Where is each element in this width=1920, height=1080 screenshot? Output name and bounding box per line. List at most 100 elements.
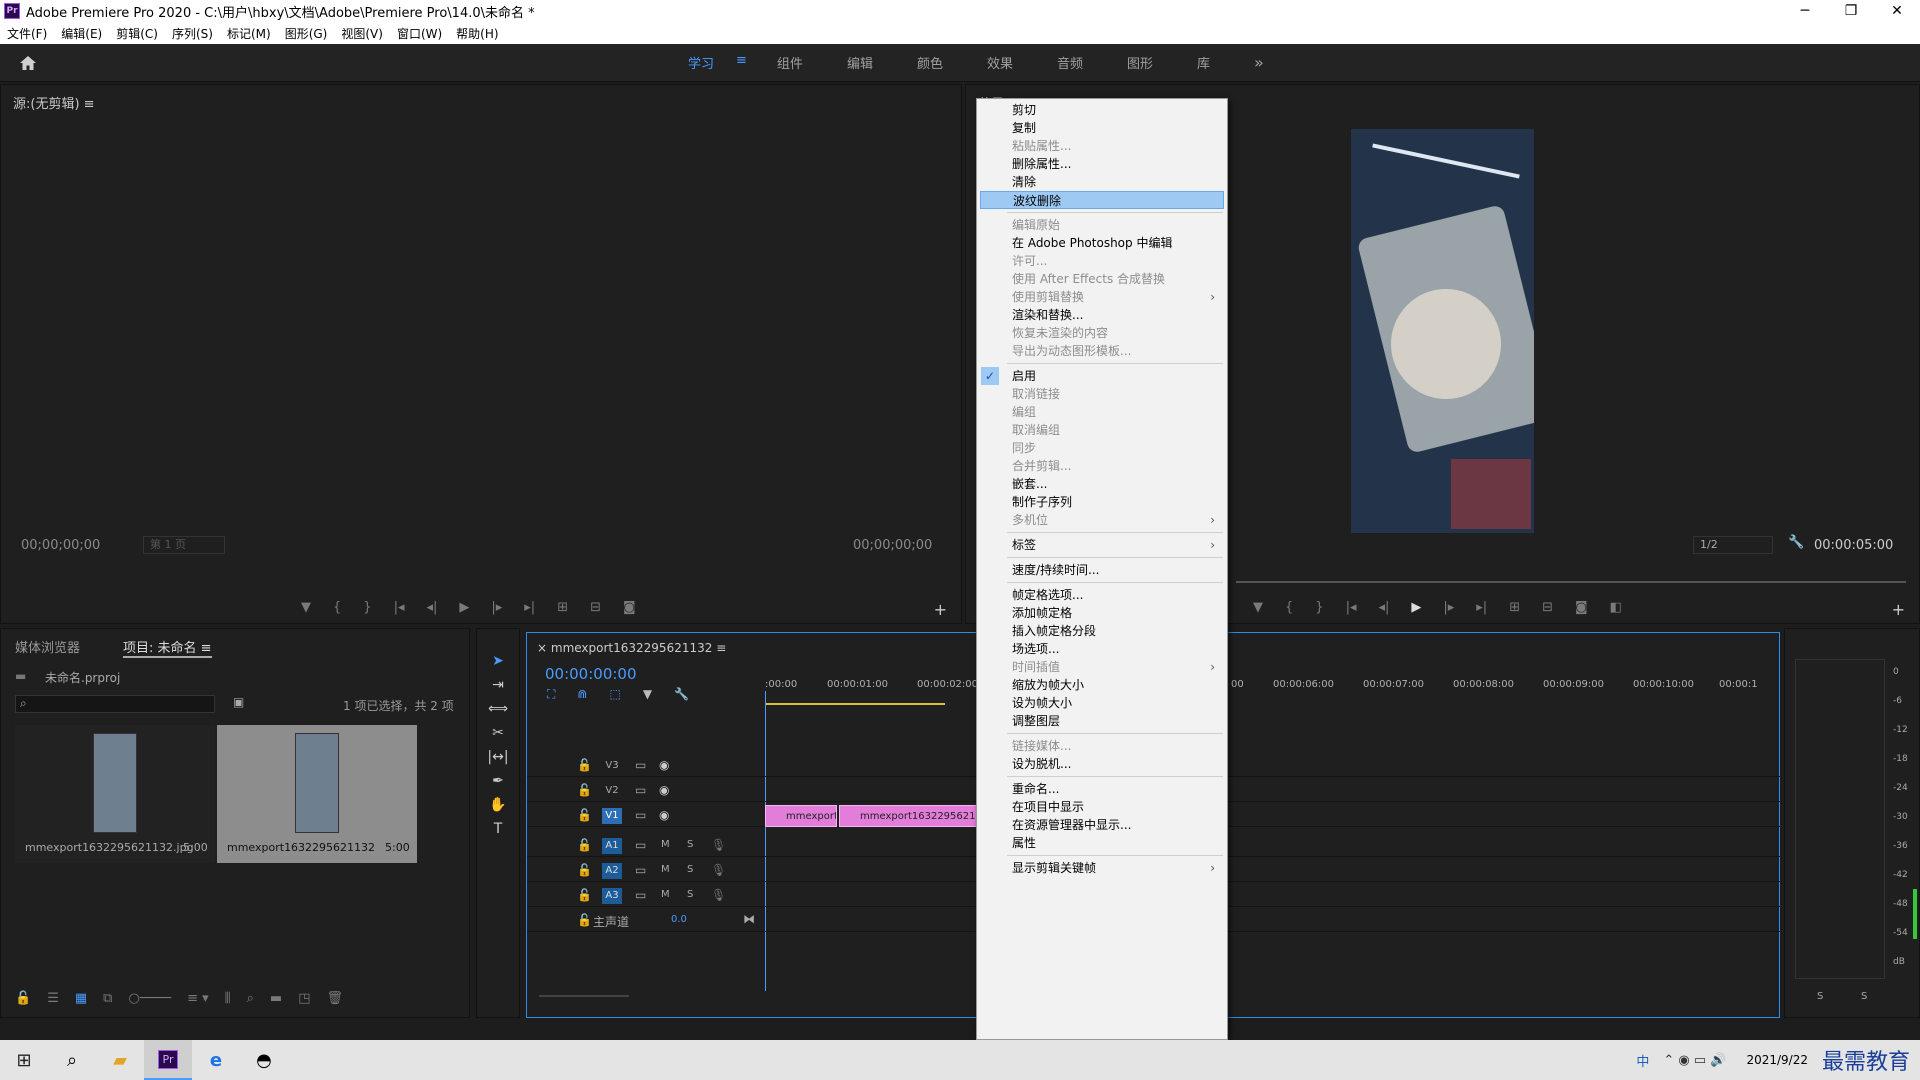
menu-item-insert-frame-hold-segment[interactable]: 插入帧定格分段 <box>1012 622 1219 640</box>
menu-item-restore-unrendered[interactable]: 恢复未渲染的内容 <box>1012 324 1219 342</box>
ime-indicator[interactable]: 中 <box>1636 1051 1649 1070</box>
microphone-icon[interactable]: 🎙 <box>711 838 726 852</box>
project-search-input[interactable]: ⌕ <box>15 695 215 713</box>
menu-item-add-frame-hold[interactable]: 添加帧定格 <box>1012 604 1219 622</box>
program-go-to-out-icon[interactable]: ▸| <box>1476 600 1487 615</box>
solo-button[interactable]: S <box>687 889 693 900</box>
nest-icon[interactable]: ⛶ <box>547 687 555 702</box>
menu-item-export-mogrt[interactable]: 导出为动态图形模板... <box>1012 342 1219 360</box>
workspace-tab-graphics[interactable]: 图形 <box>1105 53 1175 72</box>
menu-item-show-clip-keyframes[interactable]: 显示剪辑关键帧 › <box>1012 859 1219 877</box>
menu-item-render-and-replace[interactable]: 渲染和替换... <box>1012 306 1219 324</box>
eye-icon[interactable]: ◉ <box>659 783 669 797</box>
menu-item-link-media[interactable]: 链接媒体... <box>1012 737 1219 755</box>
sync-lock-icon[interactable]: ▭ <box>635 808 646 822</box>
menu-item-unlink[interactable]: 取消链接 <box>1012 385 1219 403</box>
timeline-clip[interactable]: mmexport <box>765 805 837 827</box>
menu-item-speed-duration[interactable]: 速度/持续时间... <box>1012 561 1219 579</box>
meter-solo-right[interactable]: S <box>1861 991 1867 1002</box>
menu-item-clear[interactable]: 清除 <box>1012 173 1219 191</box>
program-mark-in-icon[interactable]: { <box>1285 600 1293 615</box>
program-play-icon[interactable]: ▶ <box>1411 600 1421 615</box>
menu-item-license[interactable]: 许可... <box>1012 252 1219 270</box>
workspace-tab-effects[interactable]: 效果 <box>965 53 1035 72</box>
menu-item-field-options[interactable]: 场选项... <box>1012 640 1219 658</box>
find-icon[interactable]: ⌕ <box>247 991 254 1006</box>
sync-lock-icon[interactable]: ▭ <box>635 863 646 877</box>
workspace-more-button[interactable]: » <box>1232 53 1286 72</box>
menu-sequence[interactable]: 序列(S) <box>165 25 220 42</box>
insert-icon[interactable]: ⊞ <box>557 600 568 615</box>
menu-item-rename[interactable]: 重命名... <box>1012 780 1219 798</box>
source-panel-title[interactable]: 源:(无剪辑) ≡ <box>13 93 95 112</box>
list-view-icon[interactable]: ☰ <box>47 991 59 1006</box>
track-label[interactable]: V3 <box>602 758 622 774</box>
selection-tool-icon[interactable]: ➤ <box>492 653 504 669</box>
menu-item-group[interactable]: 编组 <box>1012 403 1219 421</box>
zoom-slider[interactable]: ○──── <box>128 991 171 1006</box>
program-marker-icon[interactable]: ▼ <box>1253 600 1263 615</box>
go-to-edit-point-icon[interactable]: ⧓ <box>743 912 755 926</box>
sort-icon[interactable]: ≡ ▾ <box>187 991 209 1006</box>
taskbar-explorer-button[interactable]: ▰ <box>96 1040 144 1080</box>
marker-icon[interactable]: ▼ <box>301 600 311 615</box>
workspace-tab-libraries[interactable]: 库 <box>1175 53 1232 72</box>
wrench-icon[interactable]: 🔧 <box>1788 535 1804 550</box>
export-frame-icon[interactable]: ◙ <box>623 600 636 615</box>
menu-item-reveal-in-explorer[interactable]: 在资源管理器中显示... <box>1012 816 1219 834</box>
automate-icon[interactable]: ⫼ <box>225 991 231 1006</box>
menu-item-replace-with-ae[interactable]: 使用 After Effects 合成替换 <box>1012 270 1219 288</box>
razor-tool-icon[interactable]: ✂ <box>492 725 504 741</box>
menu-item-label[interactable]: 标签 › <box>1012 536 1219 554</box>
program-go-to-in-icon[interactable]: |◂ <box>1346 600 1357 615</box>
snap-icon[interactable]: ⋒ <box>577 687 587 702</box>
close-button[interactable]: ✕ <box>1874 3 1920 19</box>
project-item-selected[interactable]: mmexport1632295621132 5:00 <box>217 725 417 863</box>
track-lock-icon[interactable]: 🔓 <box>577 808 592 822</box>
menu-item-ungroup[interactable]: 取消编组 <box>1012 421 1219 439</box>
menu-item-copy[interactable]: 复制 <box>1012 119 1219 137</box>
track-lock-icon[interactable]: 🔓 <box>577 863 592 877</box>
new-bin-icon[interactable]: ▬ <box>270 991 282 1006</box>
icon-view-icon[interactable]: ▦ <box>75 991 87 1006</box>
menu-item-replace-with-clip[interactable]: 使用剪辑替换 › <box>1012 288 1219 306</box>
menu-view[interactable]: 视图(V) <box>334 25 390 42</box>
menu-item-edit-in-photoshop[interactable]: 在 Adobe Photoshop 中编辑 <box>1012 234 1219 252</box>
source-timecode-left[interactable]: 00;00;00;00 <box>21 538 100 553</box>
sync-lock-icon[interactable]: ▭ <box>635 758 646 772</box>
menu-item-paste-attributes[interactable]: 粘贴属性... <box>1012 137 1219 155</box>
menu-item-synchronize[interactable]: 同步 <box>1012 439 1219 457</box>
solo-button[interactable]: S <box>687 839 693 850</box>
workspace-tab-assembly[interactable]: 组件 <box>755 53 825 72</box>
menu-item-make-offline[interactable]: 设为脱机... <box>1012 755 1219 773</box>
type-tool-icon[interactable]: T <box>494 821 503 837</box>
program-scrub-bar[interactable] <box>1236 581 1906 583</box>
menu-graphics[interactable]: 图形(G) <box>278 25 335 42</box>
mute-button[interactable]: M <box>661 839 670 850</box>
menu-item-adjustment-layer[interactable]: 调整图层 <box>1012 712 1219 730</box>
menu-item-frame-hold-options[interactable]: 帧定格选项... <box>1012 586 1219 604</box>
taskbar-search-button[interactable]: ⌕ <box>48 1040 96 1080</box>
pen-tool-icon[interactable]: ✒ <box>492 773 504 789</box>
menu-item-scale-to-frame-size[interactable]: 缩放为帧大小 <box>1012 676 1219 694</box>
new-bin-search-icon[interactable]: ▣ <box>233 695 244 709</box>
sync-lock-icon[interactable]: ▭ <box>635 838 646 852</box>
overwrite-icon[interactable]: ⊟ <box>590 600 601 615</box>
tab-media-browser[interactable]: 媒体浏览器 <box>15 637 80 656</box>
menu-item-set-to-frame-size[interactable]: 设为帧大小 <box>1012 694 1219 712</box>
source-page-select[interactable]: 第 1 页 <box>143 536 225 554</box>
microphone-icon[interactable]: 🎙 <box>711 888 726 902</box>
mute-button[interactable]: M <box>661 864 670 875</box>
timeline-timecode[interactable]: 00:00:00:00 <box>545 665 637 683</box>
menu-item-reveal-in-project[interactable]: 在项目中显示 <box>1012 798 1219 816</box>
track-label[interactable]: A1 <box>602 838 622 854</box>
taskbar-date[interactable]: 2021/9/22 <box>1746 1053 1808 1067</box>
linked-selection-icon[interactable]: ⬚ <box>609 687 620 702</box>
step-back-icon[interactable]: ◂| <box>426 600 437 615</box>
menu-item-nest[interactable]: 嵌套... <box>1012 475 1219 493</box>
menu-window[interactable]: 窗口(W) <box>390 25 449 42</box>
menu-item-merge-clips[interactable]: 合并剪辑... <box>1012 457 1219 475</box>
timeline-tab[interactable]: × mmexport1632295621132 ≡ <box>537 641 726 655</box>
solo-button[interactable]: S <box>687 864 693 875</box>
track-label[interactable]: A2 <box>602 863 622 879</box>
